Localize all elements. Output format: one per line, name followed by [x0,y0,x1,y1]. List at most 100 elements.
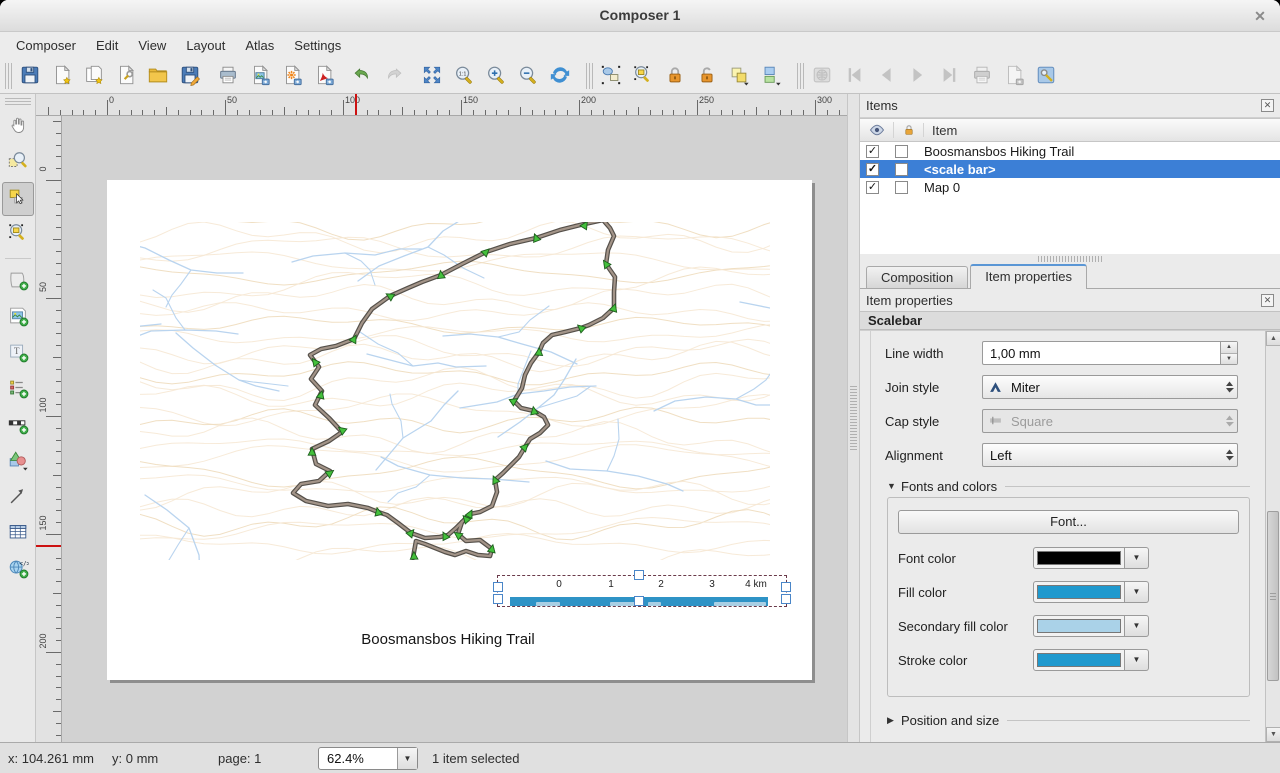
map-title-label[interactable]: Boosmansbos Hiking Trail [361,631,534,648]
toolbar-grip[interactable] [5,98,31,105]
alignment-combobox[interactable]: Left [982,443,1238,467]
toolbar-grip[interactable] [797,63,804,89]
export-atlas-button[interactable] [999,61,1031,91]
selection-handle[interactable] [493,582,503,592]
redo-button[interactable] [379,61,411,91]
add-html-tool-button[interactable]: </> [2,553,34,587]
composer-manager-button[interactable] [111,61,143,91]
zoom-actual-button[interactable]: 1:1 [449,61,481,91]
item-row[interactable]: ✓Boosmansbos Hiking Trail [860,142,1280,160]
move-item-content-tool-button[interactable] [2,218,34,252]
stroke-color-swatch[interactable] [1033,649,1125,671]
items-panel-close-button[interactable]: ✕ [1261,99,1274,112]
font-button[interactable]: Font... [898,510,1239,534]
selection-handle[interactable] [781,594,791,604]
save-as-template-button[interactable] [175,61,207,91]
scroll-up-button[interactable]: ▲ [1266,331,1280,346]
tab-item-properties[interactable]: Item properties [970,264,1087,289]
add-shape-tool-button[interactable] [2,445,34,479]
chevron-down-icon[interactable]: ▼ [1125,581,1149,603]
export-pdf-button[interactable] [309,61,341,91]
save-composition-button[interactable] [15,61,47,91]
zoom-out-button[interactable] [513,61,545,91]
print-atlas-button[interactable] [967,61,999,91]
menu-settings[interactable]: Settings [284,35,351,56]
add-legend-tool-button[interactable] [2,373,34,407]
item-row[interactable]: ✓Map 0 [860,178,1280,196]
join-style-combobox[interactable]: Miter [982,375,1238,399]
chevron-down-icon[interactable]: ▼ [397,748,417,769]
visibility-checkbox[interactable]: ✓ [866,163,879,176]
atlas-preview-button[interactable] [807,61,839,91]
unlock-all-button[interactable] [692,61,724,91]
menu-layout[interactable]: Layout [176,35,235,56]
menu-composer[interactable]: Composer [6,35,86,56]
export-svg-button[interactable] [277,61,309,91]
combo-arrows-icon[interactable] [1221,380,1237,394]
tab-composition[interactable]: Composition [866,266,968,288]
new-composition-button[interactable] [47,61,79,91]
toolbar-grip[interactable] [586,63,593,89]
selection-handle[interactable] [781,582,791,592]
zoom-full-button[interactable] [417,61,449,91]
atlas-prev-button[interactable] [871,61,903,91]
toolbar-grip[interactable] [5,63,12,89]
selection-handle[interactable] [493,594,503,604]
scroll-down-button[interactable]: ▼ [1266,727,1280,742]
lock-checkbox[interactable] [895,145,908,158]
properties-scrollbar[interactable]: ▲ ▼ [1265,331,1280,742]
add-table-tool-button[interactable] [2,517,34,551]
select-move-item-tool-button[interactable] [2,182,34,216]
lock-checkbox[interactable] [895,181,908,194]
group-header-fonts-and-colors[interactable]: ▼Fonts and colors [887,477,1250,495]
map-item[interactable] [140,222,770,560]
raise-items-button[interactable] [756,61,788,91]
selection-handle[interactable] [634,596,644,606]
add-image-tool-button[interactable] [2,301,34,335]
selection-handle[interactable] [634,570,644,580]
export-image-button[interactable] [245,61,277,91]
duplicate-composition-button[interactable] [79,61,111,91]
load-template-button[interactable] [143,61,175,91]
secondary-fill-color-swatch[interactable] [1033,615,1125,637]
scalebar-item[interactable]: 01234 km [497,575,787,607]
atlas-last-button[interactable] [935,61,967,91]
select-move-item-button[interactable] [596,61,628,91]
add-map-tool-button[interactable] [2,265,34,299]
zoom-tool-tool-button[interactable] [2,146,34,180]
items-properties-splitter[interactable] [860,254,1280,264]
menu-view[interactable]: View [128,35,176,56]
composition-page[interactable]: 01234 km Boosmansbos Hiking Trail [107,180,812,680]
move-item-content-button[interactable] [628,61,660,91]
zoom-level-combobox[interactable]: 62.4% ▼ [318,747,418,770]
undo-button[interactable] [347,61,379,91]
print-composition-button[interactable] [213,61,245,91]
add-label-tool-button[interactable]: T [2,337,34,371]
menu-edit[interactable]: Edit [86,35,128,56]
pan-tool-button[interactable] [2,110,34,144]
atlas-next-button[interactable] [903,61,935,91]
combo-arrows-icon[interactable] [1221,414,1237,428]
zoom-in-button[interactable] [481,61,513,91]
item-row[interactable]: ✓<scale bar> [860,160,1280,178]
panel-splitter[interactable] [847,94,860,742]
lock-checkbox[interactable] [895,163,908,176]
chevron-down-icon[interactable]: ▼ [1125,547,1149,569]
font-color-swatch[interactable] [1033,547,1125,569]
atlas-settings-button[interactable] [1031,61,1063,91]
add-arrow-tool-button[interactable] [2,481,34,515]
group-items-button[interactable] [724,61,756,91]
add-scalebar-tool-button[interactable] [2,409,34,443]
composition-canvas[interactable]: 01234 km Boosmansbos Hiking Trail [62,116,847,742]
refresh-view-button[interactable] [545,61,577,91]
group-header-position-and-size[interactable]: ▶Position and size [887,711,1250,729]
atlas-first-button[interactable] [839,61,871,91]
chevron-down-icon[interactable]: ▼ [1125,615,1149,637]
visibility-checkbox[interactable]: ✓ [866,181,879,194]
lock-items-button[interactable] [660,61,692,91]
menu-atlas[interactable]: Atlas [235,35,284,56]
fill-color-swatch[interactable] [1033,581,1125,603]
properties-close-button[interactable]: ✕ [1261,294,1274,307]
spin-buttons[interactable]: ▲▼ [1220,342,1237,364]
line-width-spinbox[interactable]: 1,00 mm▲▼ [982,341,1238,365]
